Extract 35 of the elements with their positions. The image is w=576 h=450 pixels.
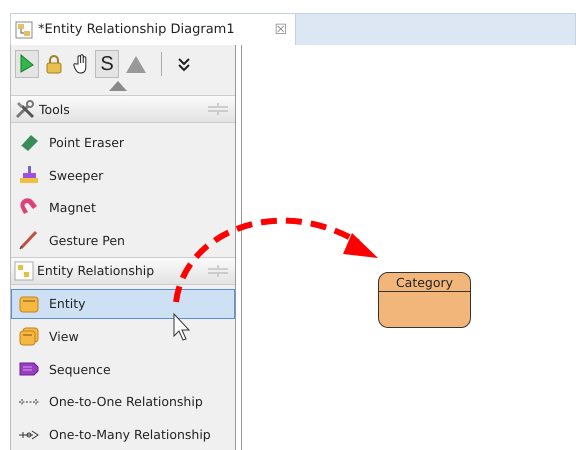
palette-item[interactable]: Magnet xyxy=(11,192,235,224)
cursor-icon xyxy=(174,312,190,341)
section-title: Entity Relationship xyxy=(37,263,154,278)
splitter-icon[interactable] xyxy=(207,264,229,278)
palette-item[interactable]: Point Eraser xyxy=(11,127,235,158)
diagram-icon xyxy=(14,260,34,281)
sweep-button[interactable]: S xyxy=(95,50,119,78)
collapse-icon[interactable] xyxy=(108,80,128,92)
tools-icon xyxy=(14,99,36,120)
chevrons-icon xyxy=(177,56,191,72)
one-to-one-icon xyxy=(18,398,40,406)
eraser-icon xyxy=(18,132,40,152)
pointer-icon xyxy=(19,54,35,74)
pen-icon xyxy=(18,230,40,250)
triangle-icon xyxy=(125,54,147,74)
section-title: Tools xyxy=(39,102,70,117)
close-icon[interactable]: ☒ xyxy=(274,22,287,38)
hand-icon xyxy=(73,54,89,74)
lock-icon xyxy=(45,54,63,74)
view-icon xyxy=(18,326,40,347)
diagram-tab[interactable]: *Entity Relationship Diagram1 ☒ xyxy=(11,14,296,45)
diagram-icon xyxy=(15,20,33,38)
sweeper-icon xyxy=(18,165,40,186)
section-header[interactable]: Entity Relationship xyxy=(11,256,235,285)
palette-item[interactable]: One-to-Many Relationship xyxy=(11,419,235,450)
palette-item[interactable]: Entity xyxy=(11,288,235,320)
section-header[interactable]: Tools xyxy=(11,95,235,124)
entity-name: Category xyxy=(379,273,470,292)
palette-item[interactable]: View xyxy=(11,321,235,352)
entity-icon xyxy=(18,294,40,314)
palette-item[interactable]: Sequence xyxy=(11,354,235,385)
palette-item[interactable]: One-to-One Relationship xyxy=(11,386,235,418)
palette-item[interactable]: Sweeper xyxy=(11,160,235,190)
palette-item[interactable]: Gesture Pen xyxy=(11,225,235,256)
splitter-icon[interactable] xyxy=(207,102,229,116)
